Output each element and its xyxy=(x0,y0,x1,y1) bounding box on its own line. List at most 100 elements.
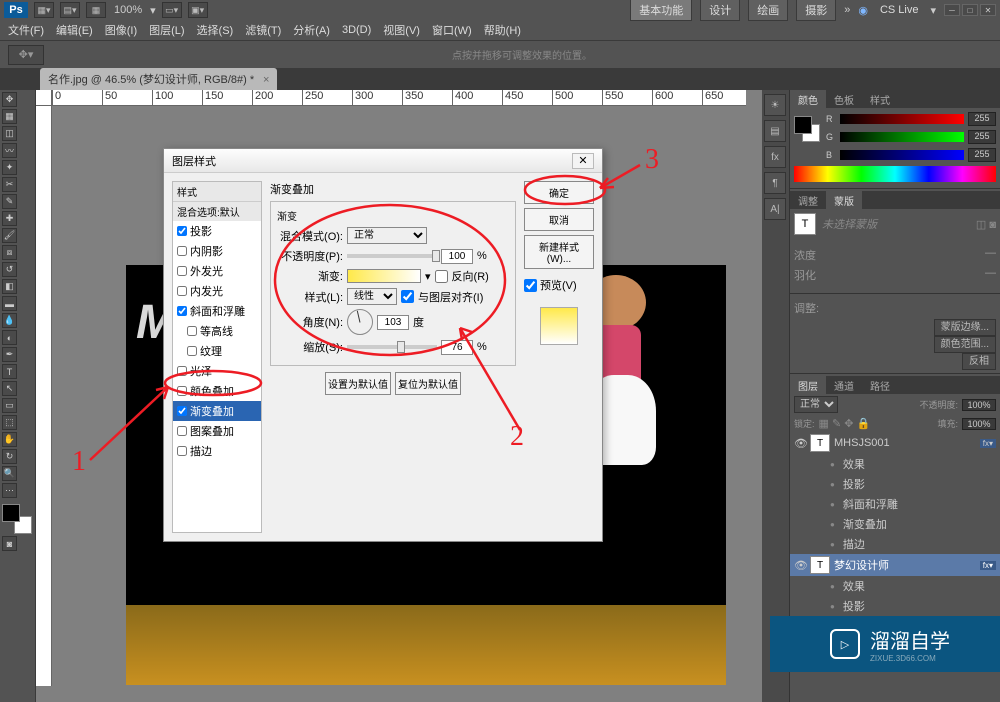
workspace-painting[interactable]: 绘画 xyxy=(748,0,788,21)
lasso-tool[interactable]: 〰 xyxy=(2,143,17,158)
blend-options[interactable]: 混合选项:默认 xyxy=(173,202,261,221)
tab-mask[interactable]: 蒙版 xyxy=(826,191,862,209)
style-inner-glow[interactable]: 内发光 xyxy=(173,281,261,301)
tab-channels[interactable]: 通道 xyxy=(826,376,862,394)
menu-view[interactable]: 视图(V) xyxy=(379,20,424,40)
cancel-button[interactable]: 取消 xyxy=(524,208,594,231)
history-tool[interactable]: ↺ xyxy=(2,262,17,277)
style-stroke[interactable]: 描边 xyxy=(173,441,261,461)
mask-edge-button[interactable]: 蒙版边缘... xyxy=(934,319,996,336)
tool-preset[interactable]: ✥▾ xyxy=(8,45,44,65)
move-tool[interactable]: ✥ xyxy=(2,92,17,107)
menu-filter[interactable]: 滤镜(T) xyxy=(241,20,285,40)
bridge-icon[interactable]: ▦▾ xyxy=(34,2,54,18)
menu-analysis[interactable]: 分析(A) xyxy=(289,20,334,40)
close-icon[interactable]: ✕ xyxy=(980,4,996,16)
align-checkbox[interactable] xyxy=(401,290,414,303)
menu-file[interactable]: 文件(F) xyxy=(4,20,48,40)
quickmask-tool[interactable]: ◙ xyxy=(2,536,17,551)
para-panel-icon[interactable]: A| xyxy=(764,198,786,220)
dialog-titlebar[interactable]: 图层样式 ✕ xyxy=(164,149,602,173)
preview-checkbox[interactable] xyxy=(524,279,537,292)
brush-panel-icon[interactable]: fx xyxy=(764,146,786,168)
layer-effect[interactable]: 效果 xyxy=(790,576,1000,596)
layer-effect[interactable]: 投影 xyxy=(790,596,1000,616)
dialog-close-icon[interactable]: ✕ xyxy=(572,153,594,169)
tab-styles[interactable]: 样式 xyxy=(862,90,898,108)
char-panel-icon[interactable]: ¶ xyxy=(764,172,786,194)
menu-image[interactable]: 图像(I) xyxy=(101,20,141,40)
color-fgbg[interactable] xyxy=(794,116,820,142)
styles-header[interactable]: 样式 xyxy=(173,182,261,202)
layer-effect[interactable]: 斜面和浮雕 xyxy=(790,494,1000,514)
stamp-tool[interactable]: ⧈ xyxy=(2,245,17,260)
style-gradient-overlay[interactable]: 渐变叠加 xyxy=(173,401,261,421)
menu-layer[interactable]: 图层(L) xyxy=(145,20,188,40)
style-pattern-overlay[interactable]: 图案叠加 xyxy=(173,421,261,441)
menu-edit[interactable]: 编辑(E) xyxy=(52,20,97,40)
rotate-tool[interactable]: ↻ xyxy=(2,449,17,464)
cs-live[interactable]: CS Live xyxy=(876,4,923,16)
g-value[interactable]: 255 xyxy=(968,130,996,144)
tool-extra[interactable]: ⋯ xyxy=(2,483,17,498)
style-texture[interactable]: 纹理 xyxy=(173,341,261,361)
layer-effect[interactable]: 投影 xyxy=(790,474,1000,494)
scale-slider[interactable] xyxy=(347,345,437,349)
menu-select[interactable]: 选择(S) xyxy=(193,20,238,40)
opacity-input[interactable] xyxy=(441,249,473,264)
blend-mode-select[interactable]: 正常 xyxy=(794,396,838,413)
layer-row[interactable]: 👁TMHSJS001fx▾ xyxy=(790,432,1000,454)
reset-default-button[interactable]: 复位为默认值 xyxy=(395,372,461,395)
brush-tool[interactable]: 🖌 xyxy=(2,228,17,243)
fill-value[interactable]: 100% xyxy=(962,418,996,430)
actions-panel-icon[interactable]: ▤ xyxy=(764,120,786,142)
heal-tool[interactable]: ✚ xyxy=(2,211,17,226)
angle-input[interactable] xyxy=(377,315,409,330)
reverse-checkbox[interactable] xyxy=(435,270,448,283)
color-spectrum[interactable] xyxy=(794,166,996,182)
visibility-icon[interactable]: 👁 xyxy=(794,437,806,449)
style-satin[interactable]: 光泽 xyxy=(173,361,261,381)
b-slider[interactable] xyxy=(840,150,964,160)
opacity-slider[interactable] xyxy=(347,254,437,258)
tab-color[interactable]: 颜色 xyxy=(790,90,826,108)
angle-wheel[interactable] xyxy=(347,309,373,335)
type-tool[interactable]: T xyxy=(2,364,17,379)
ruler-origin[interactable] xyxy=(36,90,52,106)
screen-mode-icon[interactable]: ▣▾ xyxy=(188,2,208,18)
style-inner-shadow[interactable]: 内阴影 xyxy=(173,241,261,261)
mini-bridge-icon[interactable]: ▤▾ xyxy=(60,2,80,18)
tab-paths[interactable]: 路径 xyxy=(862,376,898,394)
blend-mode-dropdown[interactable]: 正常 xyxy=(347,227,427,244)
tab-close-icon[interactable]: × xyxy=(263,74,269,86)
opacity-value[interactable]: 100% xyxy=(962,399,996,411)
style-dropdown[interactable]: 线性 xyxy=(347,288,397,305)
style-contour[interactable]: 等高线 xyxy=(173,321,261,341)
style-drop-shadow[interactable]: 投影 xyxy=(173,221,261,241)
workspace-design[interactable]: 设计 xyxy=(700,0,740,21)
ruler-vertical[interactable] xyxy=(36,106,52,686)
style-outer-glow[interactable]: 外发光 xyxy=(173,261,261,281)
hand-tool[interactable]: ✋ xyxy=(2,432,17,447)
menu-window[interactable]: 窗口(W) xyxy=(428,20,476,40)
visibility-icon[interactable]: 👁 xyxy=(794,559,806,571)
arrange-icon[interactable]: ▭▾ xyxy=(162,2,182,18)
ok-button[interactable]: 确定 xyxy=(524,181,594,204)
zoom-level[interactable]: 100% xyxy=(112,4,144,16)
tab-layers[interactable]: 图层 xyxy=(790,376,826,394)
tab-swatches[interactable]: 色板 xyxy=(826,90,862,108)
view-extras-icon[interactable]: ▦ xyxy=(86,2,106,18)
mask-thumb[interactable]: T xyxy=(794,213,816,235)
menu-help[interactable]: 帮助(H) xyxy=(480,20,525,40)
maximize-icon[interactable]: □ xyxy=(962,4,978,16)
gradient-tool[interactable]: ▬ xyxy=(2,296,17,311)
dodge-tool[interactable]: ◐ xyxy=(2,330,17,345)
menu-3d[interactable]: 3D(D) xyxy=(338,22,375,38)
eraser-tool[interactable]: ◧ xyxy=(2,279,17,294)
tab-adjust[interactable]: 调整 xyxy=(790,191,826,209)
layer-effect[interactable]: 渐变叠加 xyxy=(790,514,1000,534)
layer-effect[interactable]: 描边 xyxy=(790,534,1000,554)
style-bevel[interactable]: 斜面和浮雕 xyxy=(173,301,261,321)
minimize-icon[interactable]: ─ xyxy=(944,4,960,16)
color-range-button[interactable]: 颜色范围... xyxy=(934,336,996,353)
